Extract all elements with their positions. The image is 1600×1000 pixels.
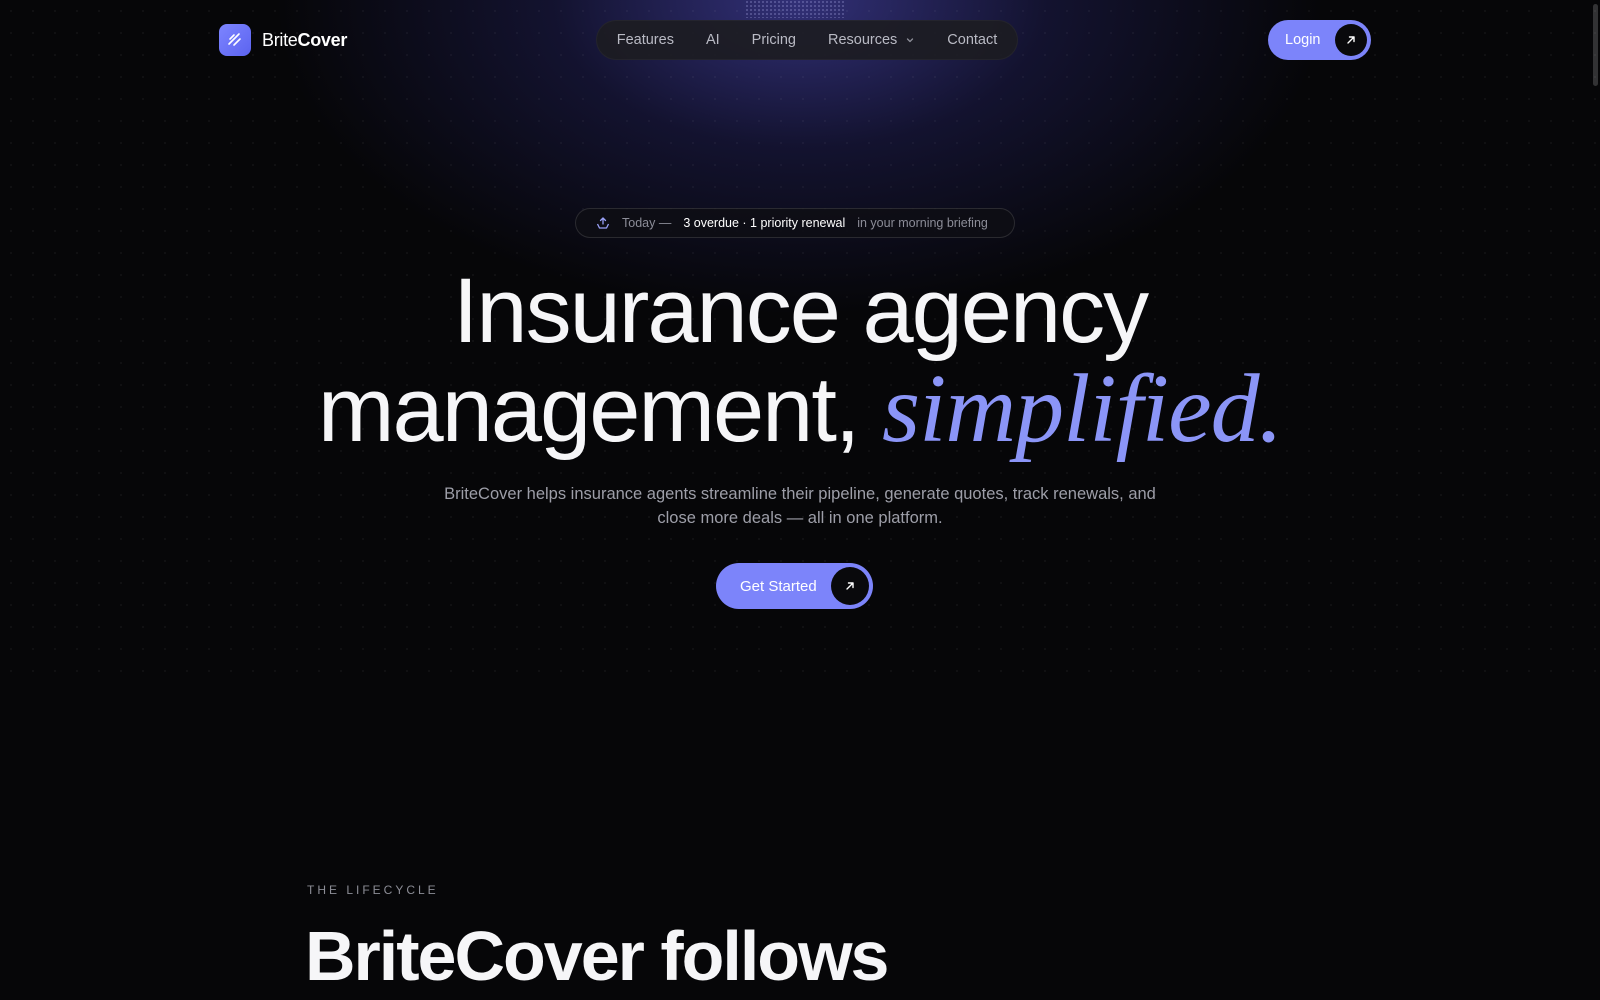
headline-line-2: management, (317, 359, 861, 461)
brand-name-light: Brite (262, 29, 298, 50)
chevron-down-icon (905, 35, 915, 45)
arrow-up-right-icon (831, 567, 869, 605)
briefing-suffix: in your morning briefing (857, 216, 988, 230)
inbox-upload-icon (596, 216, 610, 230)
section-title: BriteCover follows (305, 917, 889, 995)
page-scrollbar[interactable] (1593, 4, 1598, 86)
nav-item-resources-label: Resources (827, 32, 898, 48)
section-eyebrow: THE LIFECYCLE (307, 883, 439, 897)
brand-name: BriteCover (262, 30, 347, 51)
hero-subtext: BriteCover helps insurance agents stream… (444, 485, 1156, 527)
nav-item-ai[interactable]: AI (690, 32, 736, 48)
top-dot-pattern (745, 0, 845, 18)
arrow-up-right-icon (1335, 24, 1367, 56)
get-started-label: Get Started (740, 577, 817, 595)
main-nav: Features AI Pricing Resources Contact (596, 20, 1018, 60)
headline-line-1: Insurance agency (452, 260, 1149, 362)
hero-headline: Insurance agency management, simplified. (0, 262, 1600, 459)
login-button[interactable]: Login (1268, 20, 1371, 60)
login-button-label: Login (1285, 32, 1321, 48)
nav-item-resources[interactable]: Resources (812, 32, 931, 48)
brand-name-bold: Cover (297, 29, 348, 50)
brand-logo[interactable]: BriteCover (219, 24, 347, 56)
nav-item-features[interactable]: Features (601, 32, 690, 48)
headline-accent: simplified. (882, 355, 1283, 463)
morning-briefing-pill[interactable]: Today — 3 overdue · 1 priority renewal i… (575, 208, 1015, 238)
get-started-button[interactable]: Get Started (716, 563, 873, 609)
logo-slashes-icon (219, 24, 251, 56)
briefing-highlight: 3 overdue · 1 priority renewal (683, 216, 846, 230)
nav-item-pricing[interactable]: Pricing (736, 32, 812, 48)
briefing-prefix: Today — (622, 216, 672, 230)
nav-item-contact[interactable]: Contact (931, 32, 1013, 48)
